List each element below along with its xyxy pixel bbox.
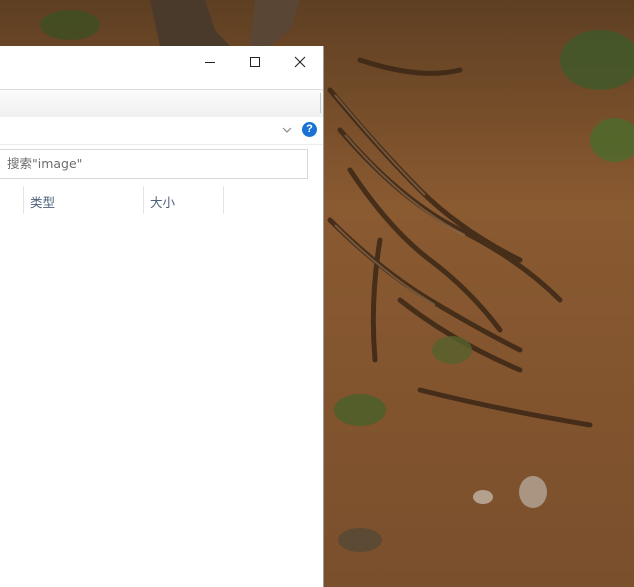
title-bar[interactable] [0,46,323,77]
minimize-button[interactable] [187,46,233,77]
file-list[interactable] [0,214,323,587]
help-icon: ? [306,123,313,135]
ribbon-tabs[interactable] [0,89,323,118]
close-icon [294,56,306,67]
column-header-type[interactable]: 类型 [30,192,55,211]
close-button[interactable] [277,46,323,77]
help-button[interactable]: ? [302,122,317,137]
column-separator[interactable] [143,186,144,214]
explorer-window: ? 搜索"image" 类型 大小 [0,46,324,587]
maximize-icon [250,56,260,67]
column-separator[interactable] [23,186,24,214]
search-text: 搜索"image" [7,156,83,171]
chevron-down-icon[interactable] [280,123,294,137]
minimize-icon [205,61,215,63]
column-separator[interactable] [223,186,224,214]
ribbon-edge [318,93,321,113]
address-bar[interactable]: ? [0,117,323,145]
maximize-button[interactable] [232,46,278,77]
search-input[interactable]: 搜索"image" [0,149,308,179]
column-header-size[interactable]: 大小 [150,192,175,211]
column-headers: 类型 大小 [0,186,323,214]
